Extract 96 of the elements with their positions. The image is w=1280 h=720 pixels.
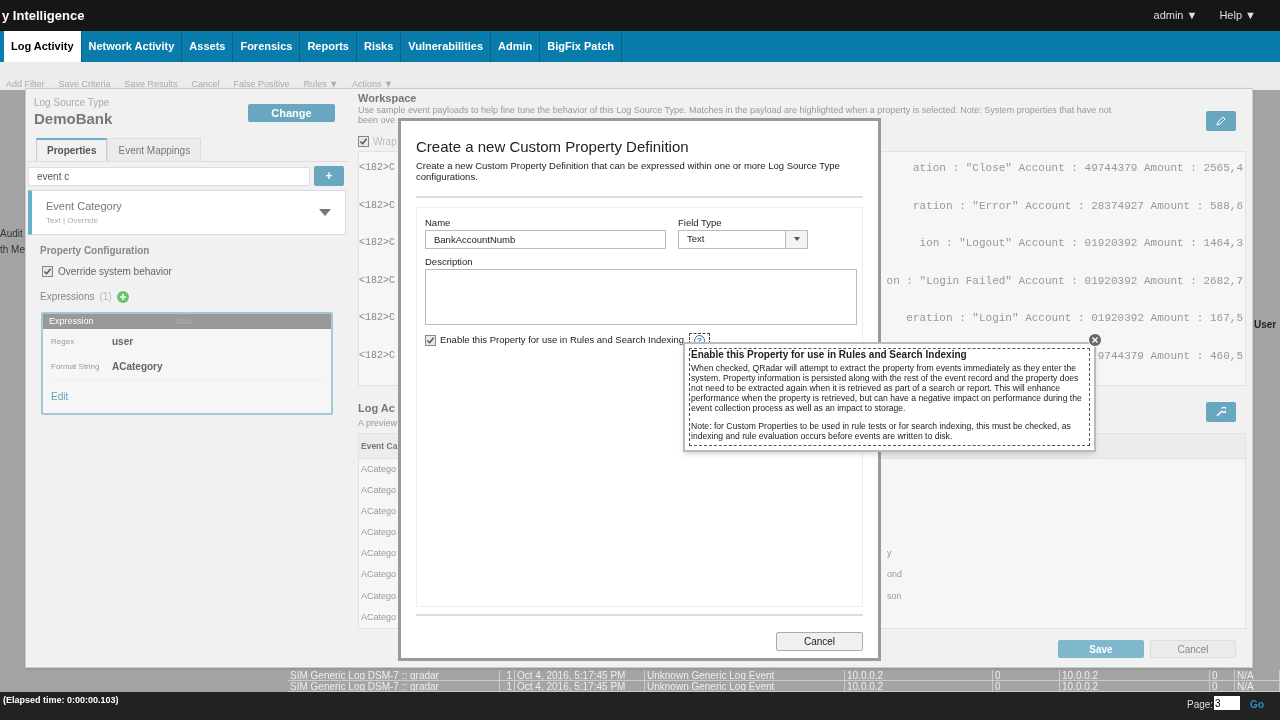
- field-type-select[interactable]: Text: [678, 229, 808, 249]
- name-field[interactable]: BankAccountNumb: [425, 229, 666, 249]
- elapsed-time: (Elapsed time: 0:00:00.103): [3, 694, 119, 707]
- table-cell-text: ACatego: [361, 568, 398, 582]
- column-header: Event Ca: [361, 439, 398, 453]
- table-cell-text: ACatego: [361, 462, 398, 476]
- expression-title: Expression: [49, 314, 95, 328]
- table-cell: y: [887, 547, 892, 561]
- wrap-checkbox[interactable]: [358, 136, 369, 147]
- panel-tab[interactable]: Properties: [36, 138, 108, 161]
- workspace-description: Use sample event payloads to help fine tune the behavior of this Log Source Type. Matches in the payload are highlighted when a property is selected. Note: System properties that have not: [358, 105, 1112, 115]
- workspace-title: Workspace: [358, 92, 417, 105]
- log-source-type: DemoBank: [34, 110, 114, 128]
- field-value: ACategory: [112, 360, 163, 374]
- payload-text: ion : "Logout" Account : 01920392 Amount : 1464,3: [919, 236, 1243, 251]
- field-label: Description: [425, 254, 474, 269]
- caret-icon: [793, 237, 800, 242]
- payload-text: eration : "Login" Account : 01920392 Amount : 167,5: [906, 311, 1243, 326]
- payload-text: 9744379 Amount : 460,5: [1097, 348, 1243, 364]
- table-cell: 10.0.0.2: [845, 670, 993, 680]
- enable-checkbox[interactable]: [425, 335, 436, 346]
- background-text: User: [1254, 318, 1278, 332]
- header-menu[interactable]: Help ▼: [1219, 7, 1256, 24]
- payload-text: <182>C: [359, 273, 395, 288]
- payload-text: ation : "Close" Account : 49744379 Amount : 2565,4: [912, 161, 1243, 176]
- override-checkbox[interactable]: [42, 266, 53, 277]
- table-cell-text: ACatego: [361, 610, 398, 624]
- dialog-title: Create a new Custom Property Definition: [416, 137, 690, 157]
- cancel-button[interactable]: Cancel: [1150, 640, 1236, 658]
- workspace-description: been ove: [358, 115, 396, 125]
- table-cell-text: ACatego: [361, 589, 398, 603]
- settings-button[interactable]: [1206, 402, 1236, 422]
- payload-text: <182>C: [359, 161, 395, 175]
- table-cell: 10.0.0.2: [845, 681, 993, 691]
- payload-text: ration : "Error" Account : 28374927 Amount : 588,6: [912, 198, 1243, 214]
- description-field[interactable]: [425, 269, 857, 325]
- edit-button[interactable]: [1206, 111, 1236, 131]
- property-meta: Text | Override: [46, 214, 98, 227]
- payload-text: <182>C: [359, 198, 395, 213]
- payload-text: <182>C: [359, 236, 395, 250]
- table-cell: 0: [993, 681, 1060, 691]
- expressions-label: Expressions: [40, 290, 95, 304]
- field-label: Field Type: [678, 215, 723, 230]
- table-cell-text: ACatego: [361, 483, 398, 497]
- cancel-button[interactable]: Cancel: [776, 631, 863, 651]
- table-cell-text: ACatego: [361, 505, 398, 519]
- add-button[interactable]: +: [314, 166, 344, 186]
- property-name: Event Category: [46, 199, 123, 215]
- app-title: y Intelligence: [2, 6, 85, 25]
- table-cell: Oct 4, 2016, 5:17:45 PM: [515, 670, 645, 680]
- table-cell: Oct 4, 2016, 5:17:45 PM: [515, 681, 645, 691]
- payload-text: on : "Login Failed" Account : 01920392 Amount : 2682,7: [886, 273, 1243, 289]
- wrench-icon: [1216, 407, 1226, 417]
- change-button[interactable]: Change: [248, 104, 335, 122]
- panel-tab[interactable]: Event Mappings: [107, 138, 202, 161]
- payload-text: <182>C: [359, 311, 395, 325]
- page-label: Page:: [1186, 698, 1214, 712]
- go-link[interactable]: Go: [1250, 697, 1264, 712]
- field-label: Name: [425, 215, 452, 230]
- nav-tab[interactable]: Log Activity: [4, 31, 82, 62]
- table-cell: N/A: [1235, 681, 1280, 691]
- table-cell-text: ACatego: [361, 547, 398, 561]
- table-cell-text: ACatego: [361, 526, 398, 540]
- property-item[interactable]: Event Category Text | Override: [28, 190, 346, 235]
- table-cell: ond: [887, 568, 903, 582]
- table-cell-text: son: [887, 589, 902, 603]
- edit-link[interactable]: Edit: [51, 391, 69, 402]
- table-cell: N/A: [1235, 670, 1280, 680]
- payload-text: <182>C: [359, 348, 395, 363]
- table-cell: 10.0.0.2: [1060, 670, 1210, 680]
- preview-subtitle: A preview: [358, 416, 398, 430]
- field-label: Format String: [51, 360, 101, 373]
- tooltip-title: Enable this Property for use in Rules and Search Indexing: [691, 349, 968, 361]
- table-cell: 0: [993, 670, 1060, 680]
- field-value: user: [112, 335, 134, 349]
- section-title: Property Configuration: [40, 244, 151, 258]
- pencil-icon: [1216, 116, 1226, 126]
- search-field[interactable]: event c: [28, 166, 310, 186]
- background-text: Audit: [0, 227, 24, 241]
- tooltip-text: Note: for Custom Properties to be used in rule tests or for search indexing, this must be checked, as indexing and rule evaluation occurs before events are written to disk.: [691, 421, 1072, 441]
- dialog-description: Create a new Custom Property Definition that can be expressed within one or more Log Source Type configurations.: [416, 159, 841, 182]
- table-cell: 1: [500, 670, 515, 680]
- caret-icon[interactable]: [319, 208, 331, 217]
- header-menu[interactable]: admin ▼: [1153, 7, 1198, 24]
- field-label: Regex: [51, 335, 76, 348]
- page-field[interactable]: 3: [1214, 696, 1241, 710]
- table-cell: 10.0.0.2: [1060, 681, 1210, 691]
- table-cell: 1: [500, 681, 515, 691]
- field-caption: Log Source Type: [34, 96, 110, 110]
- table-cell: 0: [1210, 681, 1235, 691]
- checkbox-label: Enable this Property for use in Rules and Search Indexing: [440, 333, 684, 348]
- background-text: th Me: [0, 243, 25, 257]
- table-cell: 0: [1210, 670, 1235, 680]
- preview-title: Log Ac: [358, 401, 395, 416]
- tooltip-text: When checked, QRadar will attempt to extract the property from events immediately as they enter the system. Property information is persisted along with the rest of the event record and the property does not need to be extracted again when it is retrieved as part of a search or report. This will enhance performance when the property is retrieved, but can have a negative impact on performance during the event collection process as well as an impact to storage.: [691, 363, 1083, 413]
- checkbox-label: Override system behavior: [58, 265, 172, 279]
